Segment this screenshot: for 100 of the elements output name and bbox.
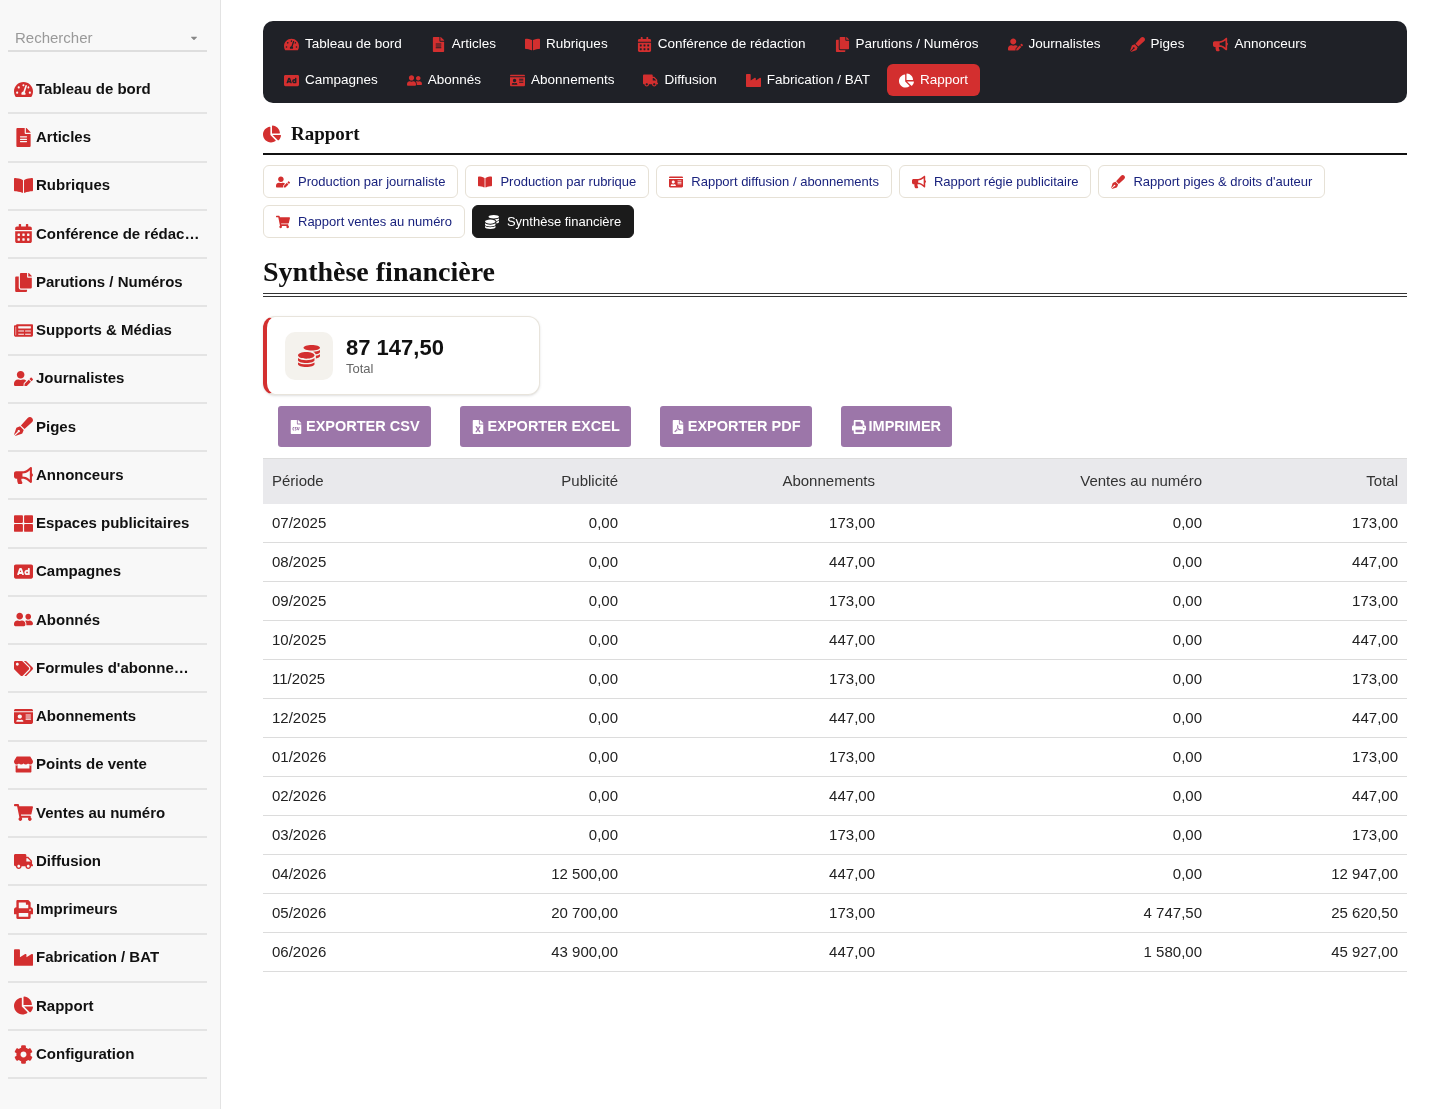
users-icon — [406, 72, 422, 88]
action-button[interactable]: EXPORTER CSV — [278, 406, 431, 447]
stat-value: 87 147,50 — [346, 334, 444, 361]
report-tab[interactable]: Rapport piges & droits d'auteur — [1098, 165, 1326, 198]
table-cell: 447,00 — [1352, 630, 1398, 648]
table-cell: 12 500,00 — [551, 864, 618, 882]
report-tab[interactable]: Rapport diffusion / abonnements — [656, 165, 892, 198]
store-icon — [14, 755, 33, 775]
sidebar-item[interactable]: Formules d'abonne… — [8, 645, 207, 694]
document-icon — [430, 36, 446, 52]
nav-item[interactable]: Campagnes — [272, 64, 390, 96]
nav-item[interactable]: Journalistes — [995, 28, 1113, 60]
sidebar-item[interactable]: Abonnements — [8, 693, 207, 742]
sidebar-item[interactable]: Rapport — [8, 982, 207, 1031]
gauge-icon — [284, 36, 299, 52]
nav-item[interactable]: Diffusion — [631, 64, 729, 96]
grid-icon — [14, 513, 33, 533]
table-cell: 43 900,00 — [551, 942, 618, 960]
sidebar-item[interactable]: Journalistes — [8, 355, 207, 404]
sidebar-item[interactable]: Rubriques — [8, 162, 207, 211]
megaphone-icon — [911, 174, 926, 189]
report-tab[interactable]: Rapport régie publicitaire — [898, 165, 1092, 198]
table-cell: 25 620,50 — [1331, 903, 1398, 921]
action-button[interactable]: IMPRIMER — [840, 406, 953, 447]
table-cell: 447,00 — [829, 864, 875, 882]
open-book-icon — [14, 176, 33, 196]
table-cell: 0,00 — [1172, 747, 1202, 765]
sidebar-item[interactable]: Annonceurs — [8, 452, 207, 501]
table-cell: 45 927,00 — [1331, 942, 1398, 960]
ad-icon — [284, 72, 299, 88]
report-tab[interactable]: Rapport ventes au numéro — [263, 205, 465, 238]
table-cell: 02/2026 — [272, 786, 327, 804]
sidebar-item[interactable]: Configuration — [8, 1031, 207, 1080]
nav-item[interactable]: Piges — [1117, 28, 1197, 60]
search-field[interactable]: Rechercher — [8, 25, 207, 52]
table-cell: 447,00 — [829, 630, 875, 648]
table-cell: 12/2025 — [272, 708, 327, 726]
cart-icon — [276, 214, 290, 229]
pie-chart-icon — [14, 996, 33, 1016]
pdf-file-icon — [670, 419, 685, 434]
report-tab[interactable]: Synthèse financière — [471, 205, 635, 238]
cart-icon — [14, 803, 33, 823]
sidebar-item[interactable]: Tableau de bord — [8, 66, 207, 115]
nav-item[interactable]: Rubriques — [513, 28, 620, 60]
coins-icon — [484, 214, 499, 229]
sidebar-item[interactable]: Conférence de rédac… — [8, 210, 207, 259]
pie-chart-icon — [899, 72, 914, 88]
nav-item[interactable]: Conférence de rédaction — [624, 28, 818, 60]
table-cell: 447,00 — [1352, 552, 1398, 570]
megaphone-icon — [14, 465, 33, 485]
user-pen-icon — [14, 369, 33, 389]
sidebar-item[interactable]: Points de vente — [8, 741, 207, 790]
sidebar-item[interactable]: Articles — [8, 114, 207, 163]
sidebar-item[interactable]: Imprimeurs — [8, 886, 207, 935]
factory-icon — [14, 948, 33, 968]
nav-item[interactable]: Articles — [418, 28, 509, 60]
sidebar-item[interactable]: Parutions / Numéros — [8, 259, 207, 308]
table-cell: 0,00 — [1172, 786, 1202, 804]
calendar-icon — [636, 36, 652, 52]
table-cell: 173,00 — [829, 513, 875, 531]
truck-icon — [14, 851, 33, 871]
table-cell: 0,00 — [1172, 708, 1202, 726]
id-card-icon — [669, 174, 684, 189]
table-cell: 173,00 — [1352, 669, 1398, 687]
sidebar-item[interactable]: Campagnes — [8, 548, 207, 597]
table-cell: 447,00 — [1352, 786, 1398, 804]
sidebar-item[interactable]: Piges — [8, 403, 207, 452]
copy-icon — [834, 36, 850, 52]
table-cell: 0,00 — [1172, 864, 1202, 882]
csv-file-icon — [289, 419, 303, 434]
nav-item[interactable]: Rapport — [887, 64, 980, 96]
sidebar-item[interactable]: Supports & Médias — [8, 307, 207, 356]
nav-item[interactable]: Abonnements — [498, 64, 627, 96]
printer-icon — [14, 899, 33, 919]
table-cell: 10/2025 — [272, 630, 327, 648]
page-title: Synthèse financière — [263, 256, 496, 288]
table-cell: 173,00 — [829, 669, 875, 687]
sidebar-item[interactable]: Fabrication / BAT — [8, 934, 207, 983]
action-button[interactable]: EXPORTER PDF — [659, 406, 812, 447]
report-tab[interactable]: Production par journaliste — [263, 165, 459, 198]
coins-icon — [285, 331, 333, 380]
table-cell: 0,00 — [588, 513, 618, 531]
nav-item[interactable]: Abonnés — [394, 64, 494, 96]
nav-item[interactable]: Tableau de bord — [272, 28, 414, 60]
action-button[interactable]: EXPORTER EXCEL — [459, 406, 631, 447]
report-tab[interactable]: Production par rubrique — [465, 165, 650, 198]
column-header: Période — [272, 472, 324, 489]
ad-icon — [14, 562, 33, 582]
column-header: Ventes au numéro — [1080, 472, 1202, 489]
nav-item[interactable]: Parutions / Numéros — [822, 28, 991, 60]
sidebar-item[interactable]: Abonnés — [8, 596, 207, 645]
nav-item[interactable]: Annonceurs — [1201, 28, 1319, 60]
table-cell: 447,00 — [829, 942, 875, 960]
sidebar-item[interactable]: Diffusion — [8, 838, 207, 887]
nav-item[interactable]: Fabrication / BAT — [733, 64, 882, 96]
sidebar-item[interactable]: Ventes au numéro — [8, 789, 207, 838]
table-cell: 0,00 — [588, 669, 618, 687]
table-cell: 06/2026 — [272, 942, 327, 960]
id-card-icon — [510, 72, 526, 88]
sidebar-item[interactable]: Espaces publicitaires — [8, 500, 207, 549]
